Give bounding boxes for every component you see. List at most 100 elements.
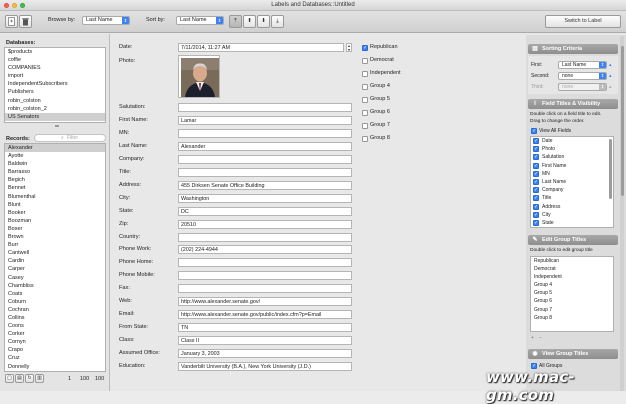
record-item[interactable]: Chambliss xyxy=(5,282,105,290)
field-visible-checkbox[interactable]: ✓ xyxy=(533,162,539,169)
remove-group-icon[interactable]: − xyxy=(539,335,542,341)
field-title-item[interactable]: ✓ Salutation xyxy=(531,153,613,161)
field-input[interactable]: Alexander xyxy=(178,141,352,151)
trash-icon[interactable]: ▥ xyxy=(35,374,44,383)
group-title-item[interactable]: Group 8 xyxy=(531,314,613,322)
field-title-item[interactable]: ✓ City xyxy=(531,211,613,219)
record-item[interactable]: Ayotte xyxy=(5,152,105,160)
minimize-window-button[interactable] xyxy=(12,3,17,8)
record-item[interactable]: Coburn xyxy=(5,298,105,306)
field-titles-list[interactable]: ✓ Date ✓ Photo ✓ Salutation ✓ First Name ✓ MN ✓ Las… xyxy=(530,136,614,228)
field-input[interactable] xyxy=(178,167,352,177)
group-checkbox[interactable] xyxy=(362,58,368,64)
field-title-item[interactable]: ✓ Photo xyxy=(531,145,613,153)
edit-group-titles-header[interactable]: ✎ Edit Group Titles xyxy=(528,235,618,245)
group-titles-list[interactable]: Republican Democrat Independent Group 4 Grou… xyxy=(530,256,614,332)
field-title-item[interactable]: ✓ Last Name xyxy=(531,178,613,186)
group-checkbox[interactable] xyxy=(362,110,368,116)
record-item[interactable]: Alexander xyxy=(5,144,105,153)
database-item[interactable]: $products xyxy=(5,48,105,56)
record-item[interactable]: Cantwell xyxy=(5,249,105,257)
group-title-item[interactable]: Republican xyxy=(531,257,613,265)
record-item[interactable]: Barrasso xyxy=(5,168,105,176)
record-item[interactable]: Blunt xyxy=(5,201,105,209)
field-input[interactable]: (202) 224-4944 xyxy=(178,245,352,255)
browse-by-select[interactable]: Last Name ⇕ xyxy=(82,16,130,25)
splitter-handle[interactable] xyxy=(55,125,59,127)
record-item[interactable]: Boxer xyxy=(5,225,105,233)
close-window-button[interactable] xyxy=(4,3,9,8)
field-input[interactable]: http://www.alexander.senate.gov/ xyxy=(178,297,352,307)
record-item[interactable]: Crapo xyxy=(5,346,105,354)
first-record-button[interactable]: ⤒ xyxy=(229,15,242,28)
database-item[interactable]: US Senators xyxy=(5,112,105,121)
database-item[interactable]: IndependentSubscribers xyxy=(5,80,105,88)
database-item[interactable]: Publishers xyxy=(5,88,105,96)
field-input[interactable] xyxy=(178,154,352,164)
group-title-item[interactable]: Group 4 xyxy=(531,281,613,289)
field-visible-checkbox[interactable]: ✓ xyxy=(533,138,539,144)
record-item[interactable]: Donnelly xyxy=(5,363,105,371)
record-item[interactable]: Cardin xyxy=(5,257,105,265)
sort-ascending-icon[interactable]: ▴ xyxy=(609,73,612,79)
field-input[interactable]: TN xyxy=(178,323,352,333)
record-item[interactable]: Cochran xyxy=(5,306,105,314)
field-visible-checkbox[interactable]: ✓ xyxy=(533,187,539,194)
group-title-item[interactable]: Independent xyxy=(531,273,613,281)
view-group-titles-header[interactable]: ◉ View Group Titles xyxy=(528,349,618,359)
field-visible-checkbox[interactable]: ✓ xyxy=(533,219,539,226)
add-group-icon[interactable]: + xyxy=(531,335,534,341)
records-list[interactable]: Alexander Ayotte Baldwin Barrasso Begich Benn… xyxy=(4,143,106,372)
date-stepper[interactable]: ▴ ▾ xyxy=(346,43,352,52)
database-item[interactable]: import xyxy=(5,72,105,80)
sort-by-select[interactable]: Last Name ⇕ xyxy=(176,16,224,25)
switch-to-label-button[interactable]: Switch to Label xyxy=(545,15,621,28)
field-visible-checkbox[interactable]: ✓ xyxy=(533,203,539,210)
record-item[interactable]: Booker xyxy=(5,209,105,217)
delete-record-button[interactable] xyxy=(19,15,32,28)
record-item[interactable]: Collins xyxy=(5,314,105,322)
field-input[interactable]: January 3, 2003 xyxy=(178,349,352,359)
next-record-button[interactable]: ⬇ xyxy=(257,15,270,28)
field-title-item[interactable]: ✓ Title xyxy=(531,194,613,202)
date-field[interactable]: 7/11/2014, 11:27 AM xyxy=(178,43,344,52)
record-item[interactable]: Baldwin xyxy=(5,160,105,168)
duplicate-record-icon[interactable]: ▤ xyxy=(15,374,24,383)
record-item[interactable]: Carper xyxy=(5,265,105,273)
field-input[interactable]: 20510 xyxy=(178,219,352,229)
sort-ascending-icon[interactable]: ▴ xyxy=(609,62,612,68)
zoom-window-button[interactable] xyxy=(20,3,25,8)
database-item[interactable]: robin_colston xyxy=(5,97,105,105)
field-input[interactable]: Lamar xyxy=(178,115,352,125)
record-item[interactable]: Casey xyxy=(5,274,105,282)
group-checkbox[interactable] xyxy=(362,71,368,77)
view-all-fields-checkbox[interactable]: ✓ xyxy=(531,128,537,134)
field-visible-checkbox[interactable]: ✓ xyxy=(533,154,539,161)
photo-well[interactable] xyxy=(178,55,220,98)
record-item[interactable]: Cornyn xyxy=(5,338,105,346)
field-input[interactable]: DC xyxy=(178,206,352,216)
group-title-item[interactable]: Democrat xyxy=(531,265,613,273)
field-input[interactable] xyxy=(178,128,352,138)
third-sort-select[interactable]: none ⇕ xyxy=(558,83,607,91)
group-checkbox[interactable] xyxy=(362,123,368,129)
field-title-item[interactable]: ✓ MN xyxy=(531,170,613,178)
previous-record-button[interactable]: ⬆ xyxy=(243,15,256,28)
group-title-item[interactable]: Group 7 xyxy=(531,306,613,314)
group-checkbox[interactable] xyxy=(362,84,368,90)
field-visible-checkbox[interactable]: ✓ xyxy=(533,178,539,185)
record-item[interactable]: Coats xyxy=(5,290,105,298)
field-title-item[interactable]: ✓ Address xyxy=(531,203,613,211)
last-record-button[interactable]: ⤓ xyxy=(271,15,284,28)
field-input[interactable]: http://www.alexander.senate.gov/public/i… xyxy=(178,310,352,320)
field-input[interactable] xyxy=(178,284,352,294)
field-title-item[interactable]: ✓ Date xyxy=(531,137,613,145)
field-titles-scroll-thumb[interactable] xyxy=(609,139,612,199)
record-item[interactable]: Brown xyxy=(5,233,105,241)
field-input[interactable] xyxy=(178,232,352,242)
sorting-criteria-header[interactable]: ▤ Sorting Criteria xyxy=(528,44,618,54)
database-item[interactable]: COMPANIES xyxy=(5,64,105,72)
record-item[interactable]: Burr xyxy=(5,241,105,249)
field-title-item[interactable]: ✓ First Name xyxy=(531,162,613,170)
record-item[interactable]: Cruz xyxy=(5,354,105,362)
